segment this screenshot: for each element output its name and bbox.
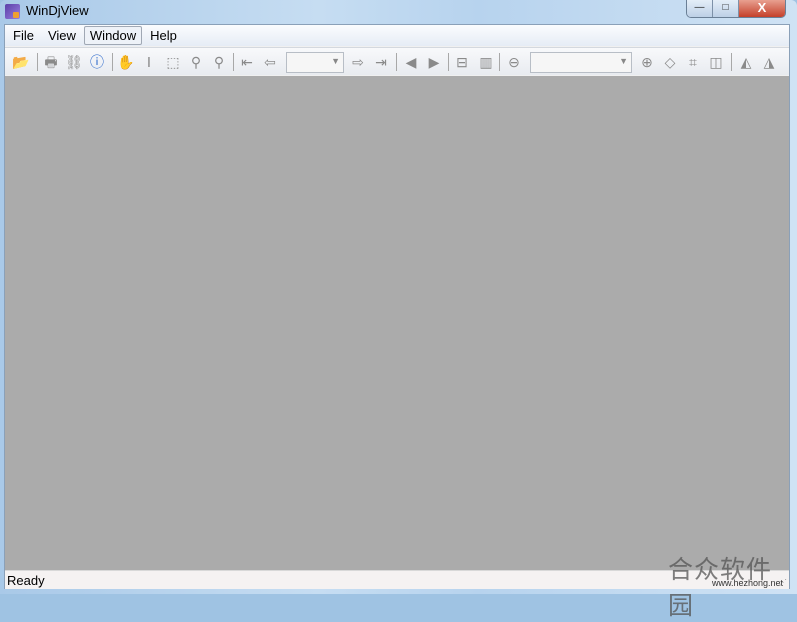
last-page-icon[interactable]: ⇥ [372, 53, 390, 71]
menu-view[interactable]: View [42, 26, 82, 45]
text-select-icon[interactable]: Ⅰ [140, 53, 158, 71]
fit-page-icon[interactable]: ⌗ [684, 53, 702, 71]
window-controls: — □ X [686, 0, 786, 18]
hand-tool-icon[interactable]: ✋ [117, 53, 135, 71]
app-client: File View Window Help 📂 🖶 ⛓ ⓘ ✋ Ⅰ ⬚ ⚲ ⚲ … [4, 24, 790, 589]
open-icon[interactable]: 📂 [12, 53, 30, 71]
toolbar: 📂 🖶 ⛓ ⓘ ✋ Ⅰ ⬚ ⚲ ⚲ ⇤ ⇦ ▼ ⇨ ⇥ ◀ ▶ ⊟ ▥ ⊖ ▼ … [5, 47, 789, 75]
rotate-right-icon[interactable]: ◮ [760, 53, 778, 71]
next-page-icon[interactable]: ⇨ [349, 53, 367, 71]
separator [112, 53, 113, 71]
zoom-in-icon[interactable]: ⊕ [638, 53, 656, 71]
separator [448, 53, 449, 71]
rotate-left-icon[interactable]: ◭ [737, 53, 755, 71]
status-text: Ready [7, 573, 45, 588]
zoom-out-icon[interactable]: ⊖ [505, 53, 523, 71]
minimize-button[interactable]: — [687, 0, 713, 17]
menu-file[interactable]: File [7, 26, 40, 45]
close-button[interactable]: X [739, 0, 785, 17]
prev-page-icon[interactable]: ⇦ [261, 53, 279, 71]
rect-select-icon[interactable]: ⬚ [164, 53, 182, 71]
info-icon[interactable]: ⓘ [88, 53, 106, 71]
menu-bar: File View Window Help [5, 25, 789, 46]
chevron-down-icon: ▼ [331, 56, 340, 66]
zoom-icon[interactable]: ⚲ [187, 53, 205, 71]
actual-size-icon[interactable]: ◫ [707, 53, 725, 71]
find-icon[interactable]: ⛓ [65, 53, 83, 71]
menu-window[interactable]: Window [83, 26, 143, 45]
document-view[interactable] [5, 76, 789, 570]
window-title: WinDjView [26, 3, 89, 18]
first-page-icon[interactable]: ⇤ [238, 53, 256, 71]
continuous-layout-icon[interactable]: ⊟ [453, 53, 471, 71]
back-icon[interactable]: ◀ [402, 53, 420, 71]
maximize-button[interactable]: □ [713, 0, 739, 17]
page-combo[interactable]: ▼ [286, 52, 344, 73]
zoom-combo[interactable]: ▼ [530, 52, 632, 73]
print-icon[interactable]: 🖶 [42, 53, 60, 71]
zoom-rect-icon[interactable]: ⚲ [210, 53, 228, 71]
separator [37, 53, 38, 71]
separator [396, 53, 397, 71]
separator [731, 53, 732, 71]
forward-icon[interactable]: ▶ [425, 53, 443, 71]
menu-help[interactable]: Help [144, 26, 183, 45]
separator [499, 53, 500, 71]
app-icon [5, 4, 20, 19]
chevron-down-icon: ▼ [619, 56, 628, 66]
fit-width-icon[interactable]: ◇ [661, 53, 679, 71]
separator [233, 53, 234, 71]
facing-pages-icon[interactable]: ▥ [477, 53, 495, 71]
watermark-url: www.hezhong.net [712, 578, 784, 588]
